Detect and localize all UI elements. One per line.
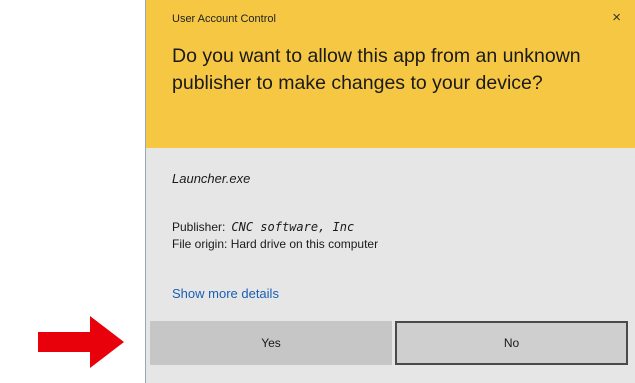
file-origin: File origin: Hard drive on this computer	[172, 237, 379, 251]
publisher-label: Publisher:	[172, 220, 226, 234]
app-name: Launcher.exe	[172, 171, 251, 186]
close-icon[interactable]: ×	[612, 10, 621, 25]
yes-button[interactable]: Yes	[150, 321, 392, 365]
dialog-question: Do you want to allow this app from an un…	[172, 45, 581, 94]
red-arrow-icon	[38, 316, 124, 368]
dialog-header: User Account Control × Do you want to al…	[146, 0, 635, 148]
no-button[interactable]: No	[395, 321, 628, 365]
show-more-details-link[interactable]: Show more details	[172, 286, 279, 301]
publisher-value: CNC software, Inc	[231, 220, 355, 234]
uac-dialog: User Account Control × Do you want to al…	[145, 0, 635, 383]
screenshot-stage: User Account Control × Do you want to al…	[0, 0, 635, 383]
dialog-title: User Account Control	[172, 13, 276, 25]
publisher-row: Publisher: CNC software, Inc	[172, 220, 354, 234]
